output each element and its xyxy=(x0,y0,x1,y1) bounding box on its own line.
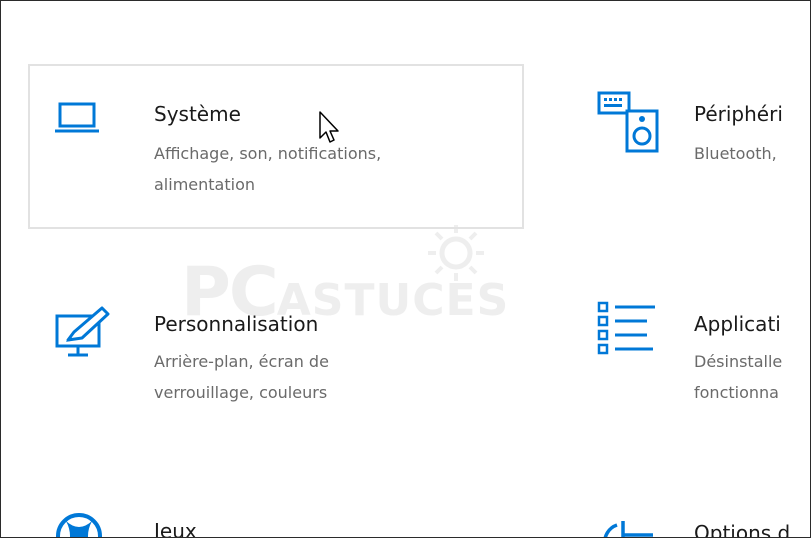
tile-devices-desc-line1: Bluetooth, xyxy=(694,144,777,163)
tile-system-title: Système xyxy=(154,102,241,126)
tile-gaming-title: Jeux xyxy=(154,519,197,538)
tile-devices-title: Périphéri xyxy=(694,102,783,126)
tile-ease-of-access[interactable]: Options d xyxy=(597,511,810,538)
tile-ease-of-access-title: Options d xyxy=(694,521,791,538)
tile-apps-desc-line1: Désinstalle xyxy=(694,352,783,371)
ease-of-access-icon xyxy=(603,521,653,537)
tile-personalization-desc-line1: Arrière-plan, écran de xyxy=(154,352,329,371)
settings-window: PCASTUCES Système Affichage, son, notifi… xyxy=(0,0,811,538)
mouse-cursor-icon xyxy=(319,111,339,143)
tile-devices-desc: Bluetooth, xyxy=(694,138,810,169)
tile-apps-desc: Désinstalle fonctionna xyxy=(694,346,810,408)
tile-apps-desc-line2: fonctionna xyxy=(694,383,779,402)
tile-system[interactable]: Système Affichage, son, notifications, a… xyxy=(54,96,514,206)
watermark-bulb-icon xyxy=(428,225,484,281)
tile-personalization-title: Personnalisation xyxy=(154,312,319,336)
tile-personalization-desc-line2: verrouillage, couleurs xyxy=(154,383,328,402)
tile-devices[interactable]: Périphéri Bluetooth, xyxy=(597,91,810,201)
tile-system-desc-line2: alimentation xyxy=(154,175,255,194)
tile-personalization[interactable]: Personnalisation Arrière-plan, écran de … xyxy=(54,306,494,416)
apps-list-icon xyxy=(597,301,655,355)
tile-system-desc: Affichage, son, notifications, alimentat… xyxy=(154,138,494,200)
tile-gaming[interactable]: Jeux xyxy=(54,511,494,538)
tile-personalization-desc: Arrière-plan, écran de verrouillage, cou… xyxy=(154,346,484,408)
laptop-icon xyxy=(55,102,99,133)
tile-apps-title: Applicati xyxy=(694,312,781,336)
tile-apps[interactable]: Applicati Désinstalle fonctionna xyxy=(597,301,810,411)
personalization-icon xyxy=(55,306,110,357)
xbox-icon xyxy=(56,513,102,537)
devices-icon xyxy=(597,91,659,153)
